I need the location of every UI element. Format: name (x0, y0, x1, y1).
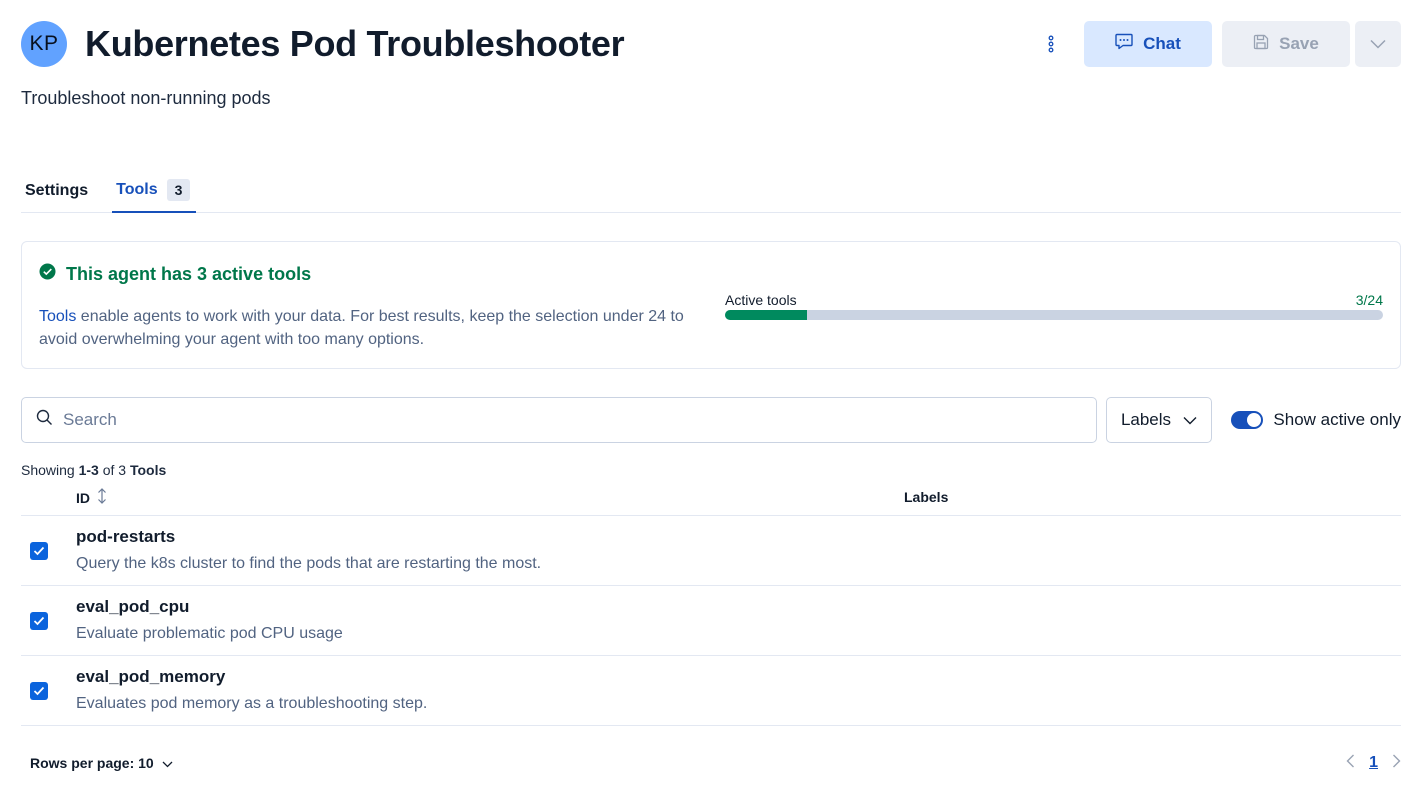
next-page-icon[interactable] (1392, 754, 1401, 773)
rows-per-page-select[interactable]: Rows per page: 10 (30, 755, 173, 771)
pagination: 1 (1346, 754, 1401, 773)
sort-icon (96, 488, 108, 507)
tools-table: ID Labels pod-restarts Query the k8s clu… (21, 480, 1401, 726)
chevron-down-icon (1370, 34, 1386, 54)
progress-fill (725, 310, 808, 320)
save-button[interactable]: Save (1222, 21, 1350, 67)
page-title: Kubernetes Pod Troubleshooter (85, 23, 625, 64)
tool-id[interactable]: eval_pod_memory (76, 667, 225, 687)
labels-filter-label: Labels (1120, 410, 1172, 429)
show-active-only-label: Show active only (1273, 410, 1401, 429)
tool-description: Evaluate problematic pod CPU usage (76, 625, 343, 642)
active-tools-progress: Active tools 3/24 (725, 292, 1383, 320)
results-range: 1-3 (78, 462, 99, 478)
search-box (21, 397, 1097, 443)
chat-button[interactable]: Chat (1084, 21, 1212, 67)
table-footer: Rows per page: 10 1 (30, 752, 1401, 774)
chat-bubble-icon (1115, 33, 1133, 55)
show-active-only: Show active only (1231, 410, 1401, 430)
panel-title: This agent has 3 active tools (39, 263, 311, 285)
tab-tools[interactable]: Tools 3 (112, 168, 197, 213)
row-checkbox[interactable] (30, 682, 48, 700)
search-input[interactable] (63, 410, 963, 430)
header-actions: Chat Save (1039, 21, 1401, 67)
panel-description-body: enable agents to work with your data. Fo… (39, 308, 684, 348)
active-tools-panel: This agent has 3 active tools Tools enab… (21, 241, 1401, 369)
tool-id[interactable]: eval_pod_cpu (76, 597, 189, 617)
save-disk-icon (1253, 34, 1269, 55)
results-count: Showing 1-3 of 3 Tools (21, 462, 166, 478)
row-checkbox[interactable] (30, 612, 48, 630)
rows-per-page-label: Rows per page: 10 (30, 755, 154, 771)
column-header-labels: Labels (904, 489, 949, 505)
filter-controls: Labels Show active only (21, 397, 1401, 443)
previous-page-icon[interactable] (1346, 754, 1355, 773)
tab-tools-label: Tools (116, 180, 158, 198)
row-checkbox[interactable] (30, 542, 48, 560)
tab-settings[interactable]: Settings (21, 168, 92, 213)
tools-doc-link[interactable]: Tools (39, 308, 76, 325)
chat-button-label: Chat (1143, 34, 1181, 53)
results-noun: Tools (129, 462, 167, 478)
panel-title-text: This agent has 3 active tools (66, 263, 312, 284)
checkmark-icon (33, 546, 45, 556)
panel-description: Tools enable agents to work with your da… (39, 305, 709, 351)
progress-label: Active tools (725, 292, 797, 308)
more-actions-button[interactable] (1355, 21, 1401, 67)
page-number[interactable]: 1 (1369, 754, 1378, 772)
tab-bar: Settings Tools 3 (21, 168, 1401, 213)
table-row: eval_pod_cpu Evaluate problematic pod CP… (21, 586, 1401, 656)
kebab-menu-icon[interactable] (1039, 21, 1063, 67)
column-header-id-label: ID (76, 489, 90, 506)
page-subtitle: Troubleshoot non-running pods (21, 88, 271, 108)
check-circle-icon (39, 263, 56, 285)
results-middle: of 3 (98, 462, 130, 478)
tool-description: Query the k8s cluster to find the pods t… (76, 555, 542, 572)
progress-value: 3/24 (1355, 292, 1383, 308)
save-button-label: Save (1279, 34, 1319, 53)
column-header-id[interactable]: ID (76, 488, 108, 507)
table-header: ID Labels (21, 480, 1401, 516)
results-prefix: Showing (21, 462, 79, 478)
search-icon (36, 409, 53, 431)
tools-count-badge: 3 (166, 178, 191, 201)
checkmark-icon (33, 616, 45, 626)
table-row: eval_pod_memory Evaluates pod memory as … (21, 656, 1401, 726)
progress-track (725, 310, 1383, 320)
tool-description: Evaluates pod memory as a troubleshootin… (76, 695, 428, 712)
chevron-down-icon (1183, 410, 1197, 430)
labels-filter-button[interactable]: Labels (1106, 397, 1212, 443)
table-row: pod-restarts Query the k8s cluster to fi… (21, 516, 1401, 586)
page-header: KP Kubernetes Pod Troubleshooter Chat Sa… (21, 21, 1401, 67)
agent-avatar: KP (21, 21, 67, 67)
show-active-only-toggle[interactable] (1231, 411, 1264, 429)
checkmark-icon (33, 686, 45, 696)
chevron-down-icon (162, 755, 173, 771)
tool-id[interactable]: pod-restarts (76, 527, 175, 547)
